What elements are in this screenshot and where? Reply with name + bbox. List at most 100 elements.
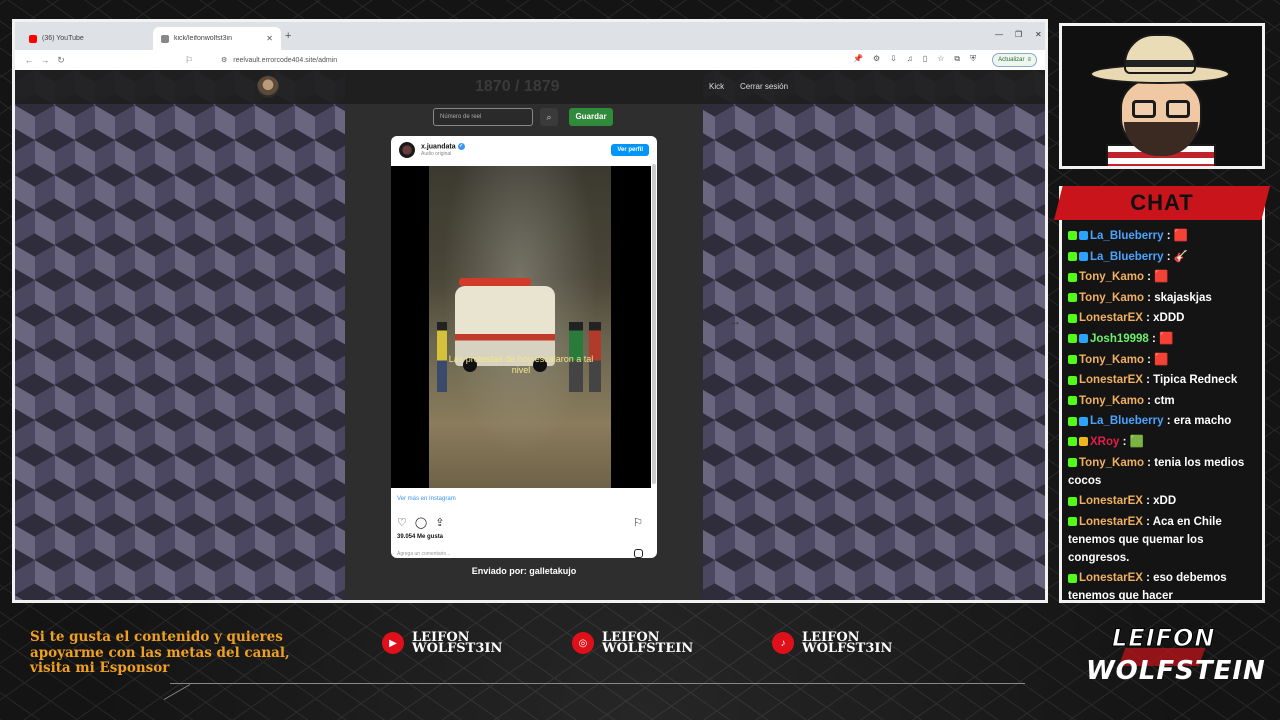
tab-kick[interactable]: kick/leifonwolfst3in ✕ <box>153 27 281 50</box>
site-logo[interactable] <box>257 76 279 98</box>
new-tab-button[interactable]: + <box>285 30 291 42</box>
chat-message: LonestarEX : Tipica Redneck <box>1068 371 1260 389</box>
address-bar[interactable]: ⚙ reelvault.errorcode404.site/admin <box>213 52 713 68</box>
back-icon[interactable]: ← <box>21 55 37 65</box>
tab-title: kick/leifonwolfst3in <box>174 35 232 42</box>
caption-text: Las protestas de hoy escalaron a tal niv… <box>448 354 594 375</box>
chat-username: La_Blueberry <box>1090 250 1164 263</box>
forward-icon[interactable]: → <box>37 55 53 65</box>
tiktok-icon: ♪ <box>772 632 794 654</box>
nav-link-logout[interactable]: Cerrar sesión <box>740 82 788 91</box>
kick-badge-icon <box>1068 375 1077 385</box>
social-instagram: ◎ LEIFON WOLFSTEIN <box>572 631 693 655</box>
social-handle: LEIFON WOLFST3IN <box>802 631 892 655</box>
chat-messages: La_Blueberry : 🟥 La_Blueberry : 🎸 Tony_Kam… <box>1068 227 1260 600</box>
update-button[interactable]: Actualizar ≡ <box>992 53 1037 67</box>
youtube-favicon-icon <box>29 34 37 43</box>
chat-username: La_Blueberry <box>1090 415 1164 428</box>
social-youtube: ▶ LEIFON WOLFST3IN <box>382 631 503 656</box>
sidebar-icon[interactable]: ▯ <box>923 54 927 64</box>
chat-username: Tony_Kamo <box>1079 353 1144 366</box>
next-arrow-icon[interactable]: → <box>725 314 745 334</box>
kick-badge-icon <box>1068 458 1077 467</box>
chat-username: LonestarEX <box>1079 572 1143 585</box>
tab-title: (36) YouTube <box>42 35 84 42</box>
chat-message: LonestarEX : eso debemos tenemos que hac… <box>1068 569 1260 600</box>
tab-youtube[interactable]: (36) YouTube <box>21 27 149 50</box>
previous-arrow-icon[interactable]: ← <box>303 314 323 334</box>
chat-text: : xDD <box>1142 495 1177 508</box>
hat-band <box>1126 60 1194 67</box>
hat-crown <box>1124 34 1196 74</box>
chat-username: Tony_Kamo <box>1079 271 1144 284</box>
chat-message: LonestarEX : xDD <box>1068 492 1260 510</box>
chat-message: Tony_Kamo : skajaskjas <box>1068 289 1260 307</box>
chat-text: : 🟥 <box>1163 230 1189 242</box>
comment-input[interactable]: Agrega un comentario... <box>397 551 450 557</box>
divider <box>170 683 1025 684</box>
glasses-right <box>1166 100 1190 118</box>
reel-number-input[interactable]: Número de reel <box>433 108 533 126</box>
tab-strip: (36) YouTube kick/leifonwolfst3in ✕ + — … <box>15 22 1045 50</box>
streamer-avatar <box>1062 26 1262 166</box>
chat-text: : skajaskjas <box>1143 291 1212 304</box>
bookmark-page-icon[interactable]: ⚐ <box>181 55 197 66</box>
share-icon[interactable]: ⇪ <box>435 516 444 529</box>
social-name-line2: WOLFST3IN <box>412 641 503 656</box>
brand-logo-bottom: WOLFSTEIN <box>1086 656 1266 686</box>
favorites-icon[interactable]: ☆ <box>937 54 944 64</box>
chat-username: Tony_Kamo <box>1079 456 1144 469</box>
close-tab-icon[interactable]: ✕ <box>266 34 273 43</box>
chat-text: : era macho <box>1163 415 1232 428</box>
comment-icon[interactable]: ◯ <box>415 516 427 529</box>
nav-link-kick[interactable]: Kick <box>709 82 724 91</box>
kick-badge-icon <box>1068 293 1077 303</box>
chat-header: CHAT <box>1054 186 1270 220</box>
music-icon[interactable]: ♫ <box>907 54 913 64</box>
kick-badge-icon <box>1068 517 1077 527</box>
avatar[interactable] <box>399 142 415 158</box>
site-info-icon[interactable]: ⚙ <box>221 56 227 64</box>
site-header: 1870 / 1879 Kick Cerrar sesión <box>15 70 1045 104</box>
kick-badge-icon <box>1068 396 1077 406</box>
ambulance-lightbar <box>459 278 531 286</box>
chat-message: Tony_Kamo : 🟥 <box>1068 268 1260 286</box>
chat-text: : xDDD <box>1142 312 1185 325</box>
chat-username: Tony_Kamo <box>1079 394 1144 407</box>
download-icon[interactable]: ⇩ <box>890 54 897 64</box>
chat-text: : 🟥 <box>1143 353 1169 366</box>
collections-icon[interactable]: ⧉ <box>954 54 960 64</box>
extension-icon[interactable]: ⚙ <box>873 54 880 64</box>
pin-icon[interactable]: 📌 <box>853 54 863 64</box>
chat-message: Tony_Kamo : ctm <box>1068 392 1260 410</box>
minimize-icon[interactable]: — <box>995 30 1003 39</box>
like-icon[interactable]: ♡ <box>397 516 407 529</box>
extension-icons: 📌 ⚙ ⇩ ♫ ▯ ☆ ⧉ ⛨ <box>853 54 976 64</box>
chat-message: Tony_Kamo : 🟥 <box>1068 351 1260 369</box>
brand-logo-top: LEIFON <box>1112 624 1216 653</box>
reload-icon[interactable]: ↻ <box>53 55 69 66</box>
chat-text: : 🎸 <box>1163 250 1189 263</box>
shield-icon[interactable]: ⛨ <box>970 54 976 64</box>
chat-username: LonestarEX <box>1079 374 1143 387</box>
save-button[interactable]: Guardar <box>569 108 613 126</box>
bookmark-icon[interactable]: ⚐ <box>633 516 643 529</box>
instagram-username[interactable]: x.juandata <box>421 144 456 151</box>
audio-label[interactable]: Audio original <box>421 151 465 157</box>
instagram-user-block: x.juandata ✓ Audio original <box>421 143 465 157</box>
menu-icon: ≡ <box>1027 57 1031 63</box>
instagram-icon[interactable] <box>634 549 643 558</box>
view-profile-button[interactable]: Ver perfil <box>611 144 649 156</box>
likes-count: 39.054 Me gusta <box>397 534 444 540</box>
chat-username: XRoy <box>1090 435 1120 448</box>
close-window-icon[interactable]: ✕ <box>1035 30 1042 39</box>
subscriber-badge-icon <box>1079 437 1088 447</box>
chat-text: : 🟥 <box>1143 271 1169 284</box>
chat-username: La_Blueberry <box>1090 230 1164 242</box>
maximize-icon[interactable]: ❐ <box>1015 30 1022 39</box>
scrollbar[interactable] <box>652 164 656 484</box>
kick-badge-icon <box>1068 355 1077 365</box>
reel-video[interactable]: Las protestas de hoy escalaron a tal niv… <box>391 166 651 488</box>
search-icon[interactable]: ⌕ <box>540 108 558 126</box>
view-more-link[interactable]: Ver más en Instagram <box>397 496 456 502</box>
